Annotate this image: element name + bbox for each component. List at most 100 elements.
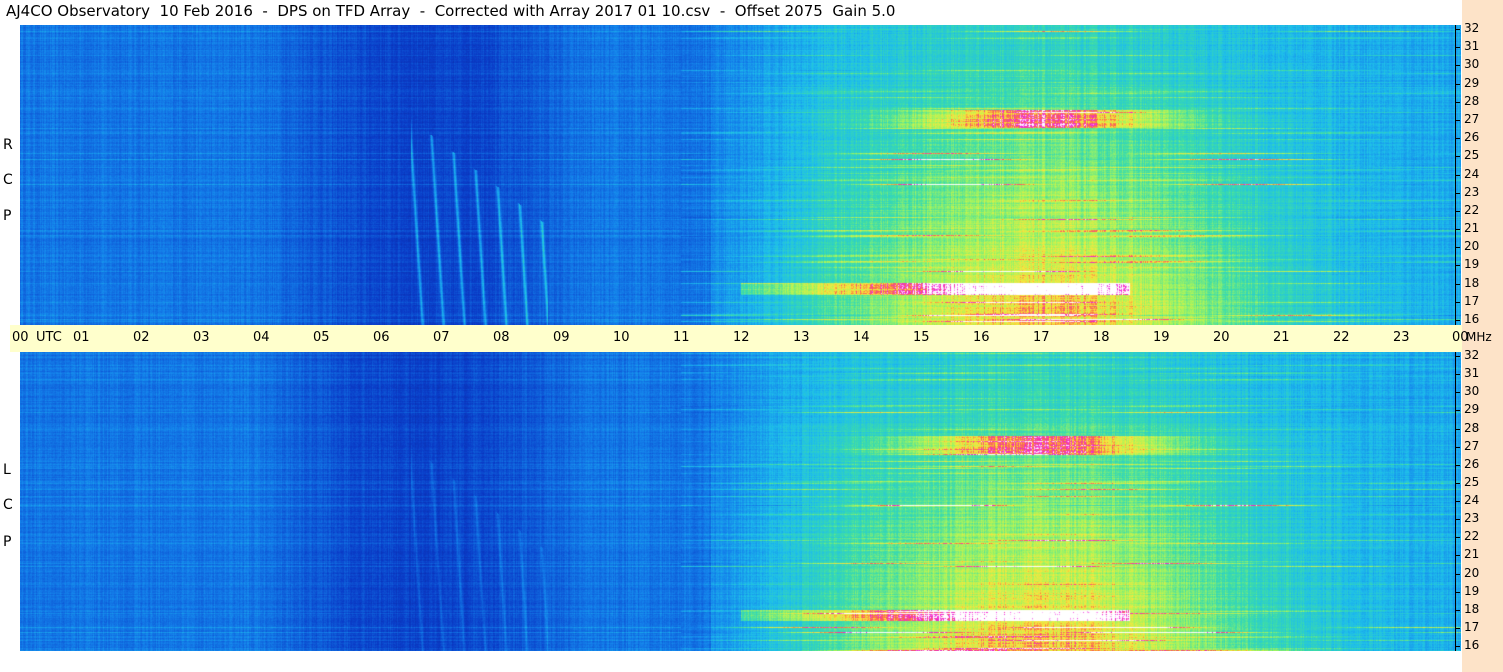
frequency-tick-label: 22 xyxy=(1464,529,1480,544)
frequency-tick-label: 17 xyxy=(1464,619,1480,634)
frequency-tick-label: 21 xyxy=(1464,221,1480,236)
frequency-tick-label: 18 xyxy=(1464,601,1480,616)
utc-tick-label: 13 xyxy=(793,330,810,345)
frequency-tick-mark xyxy=(1455,410,1460,412)
frequency-tick-mark xyxy=(1455,356,1460,357)
utc-tick-label: 09 xyxy=(553,330,570,345)
frequency-tick-label: 23 xyxy=(1464,511,1480,526)
frequency-tick-label: 24 xyxy=(1464,166,1480,181)
rcp-spectrogram xyxy=(20,25,1461,325)
frequency-tick-mark xyxy=(1455,555,1460,557)
utc-tick-label: 01 xyxy=(73,330,90,345)
polarization-letter: C xyxy=(3,497,13,513)
frequency-tick-label: 22 xyxy=(1464,202,1480,217)
mhz-unit-label: MHz xyxy=(1466,330,1492,344)
lcp-spectrogram xyxy=(20,352,1461,651)
frequency-tick-mark xyxy=(1455,210,1460,212)
utc-tick-label: 03 xyxy=(193,330,210,345)
utc-tick-label: 12 xyxy=(733,330,750,345)
polarization-letter: P xyxy=(3,534,12,550)
frequency-tick-label: 26 xyxy=(1464,456,1480,471)
polarization-letter: C xyxy=(3,172,13,188)
frequency-tick-mark xyxy=(1455,101,1460,103)
frequency-tick-mark xyxy=(1455,29,1460,30)
rcp-spectrogram-canvas xyxy=(20,25,1461,325)
utc-tick-label: 05 xyxy=(313,330,330,345)
frequency-tick-mark xyxy=(1455,247,1460,249)
frequency-tick-mark xyxy=(1455,428,1460,430)
frequency-tick-mark xyxy=(1455,320,1460,321)
frequency-tick-label: 19 xyxy=(1464,257,1480,272)
frequency-tick-label: 29 xyxy=(1464,75,1480,90)
frequency-tick-mark xyxy=(1455,482,1460,484)
frequency-tick-label: 32 xyxy=(1464,348,1480,362)
frequency-tick-label: 28 xyxy=(1464,93,1480,108)
frequency-tick-label: 27 xyxy=(1464,438,1480,453)
frequency-tick-mark xyxy=(1455,374,1460,376)
utc-tick-label: 11 xyxy=(673,330,690,345)
frequency-tick-mark xyxy=(1455,47,1460,49)
frequency-tick-mark xyxy=(1455,283,1460,285)
frequency-tick-label: 16 xyxy=(1464,638,1480,652)
frequency-tick-mark xyxy=(1455,83,1460,85)
utc-tick-label: 23 xyxy=(1393,330,1410,345)
frequency-tick-mark xyxy=(1455,501,1460,502)
utc-tick-label: 04 xyxy=(253,330,270,345)
frequency-tick-label: 30 xyxy=(1464,384,1480,399)
frequency-tick-mark xyxy=(1455,519,1460,521)
frequency-tick-label: 30 xyxy=(1464,57,1480,72)
frequency-tick-label: 26 xyxy=(1464,130,1480,145)
utc-axis-label: UTC xyxy=(36,330,62,345)
frequency-tick-label: 28 xyxy=(1464,420,1480,435)
frequency-tick-label: 19 xyxy=(1464,583,1480,598)
frequency-tick-label: 25 xyxy=(1464,148,1480,163)
utc-tick-label: 16 xyxy=(973,330,990,345)
utc-tick-label: 00 xyxy=(12,330,29,345)
frequency-tick-label: 27 xyxy=(1464,111,1480,126)
frequency-tick-label: 32 xyxy=(1464,21,1480,35)
frequency-tick-mark xyxy=(1455,537,1460,539)
frequency-tick-label: 21 xyxy=(1464,547,1480,562)
utc-tick-label: 18 xyxy=(1093,330,1110,345)
frequency-tick-mark xyxy=(1455,229,1460,231)
chart-title: AJ4CO Observatory 10 Feb 2016 - DPS on T… xyxy=(6,2,896,20)
utc-tick-label: 08 xyxy=(493,330,510,345)
frequency-tick-mark xyxy=(1455,446,1460,448)
frequency-tick-label: 31 xyxy=(1464,366,1480,381)
utc-tick-label: 20 xyxy=(1213,330,1230,345)
utc-tick-label: 17 xyxy=(1033,330,1050,345)
utc-tick-label: 06 xyxy=(373,330,390,345)
utc-tick-label: 10 xyxy=(613,330,630,345)
frequency-tick-label: 16 xyxy=(1464,312,1480,326)
frequency-tick-label: 23 xyxy=(1464,184,1480,199)
frequency-tick-label: 20 xyxy=(1464,565,1480,580)
frequency-tick-mark xyxy=(1455,192,1460,194)
lcp-spectrogram-canvas xyxy=(20,352,1461,651)
polarization-letter: R xyxy=(3,137,13,153)
frequency-tick-mark xyxy=(1455,609,1460,611)
utc-tick-label: 02 xyxy=(133,330,150,345)
frequency-tick-mark xyxy=(1455,392,1460,394)
utc-tick-label: 22 xyxy=(1333,330,1350,345)
utc-tick-label: 07 xyxy=(433,330,450,345)
frequency-tick-mark xyxy=(1455,573,1460,575)
frequency-tick-label: 17 xyxy=(1464,293,1480,308)
frequency-tick-mark xyxy=(1455,65,1460,67)
frequency-tick-mark xyxy=(1455,464,1460,466)
frequency-tick-label: 25 xyxy=(1464,474,1480,489)
frequency-tick-mark xyxy=(1455,174,1460,176)
frequency-tick-mark xyxy=(1455,646,1460,647)
frequency-tick-label: 20 xyxy=(1464,239,1480,254)
frequency-tick-mark xyxy=(1455,265,1460,267)
frequency-tick-mark xyxy=(1455,156,1460,158)
polarization-letter: P xyxy=(3,208,12,224)
frequency-tick-mark xyxy=(1455,138,1460,140)
frequency-tick-mark xyxy=(1455,627,1460,629)
utc-tick-label: 15 xyxy=(913,330,930,345)
frequency-tick-mark xyxy=(1455,301,1460,303)
frequency-tick-mark xyxy=(1455,591,1460,593)
utc-tick-label: 14 xyxy=(853,330,870,345)
polarization-letter: L xyxy=(3,462,11,478)
utc-tick-label: 21 xyxy=(1273,330,1290,345)
utc-tick-label: 19 xyxy=(1153,330,1170,345)
